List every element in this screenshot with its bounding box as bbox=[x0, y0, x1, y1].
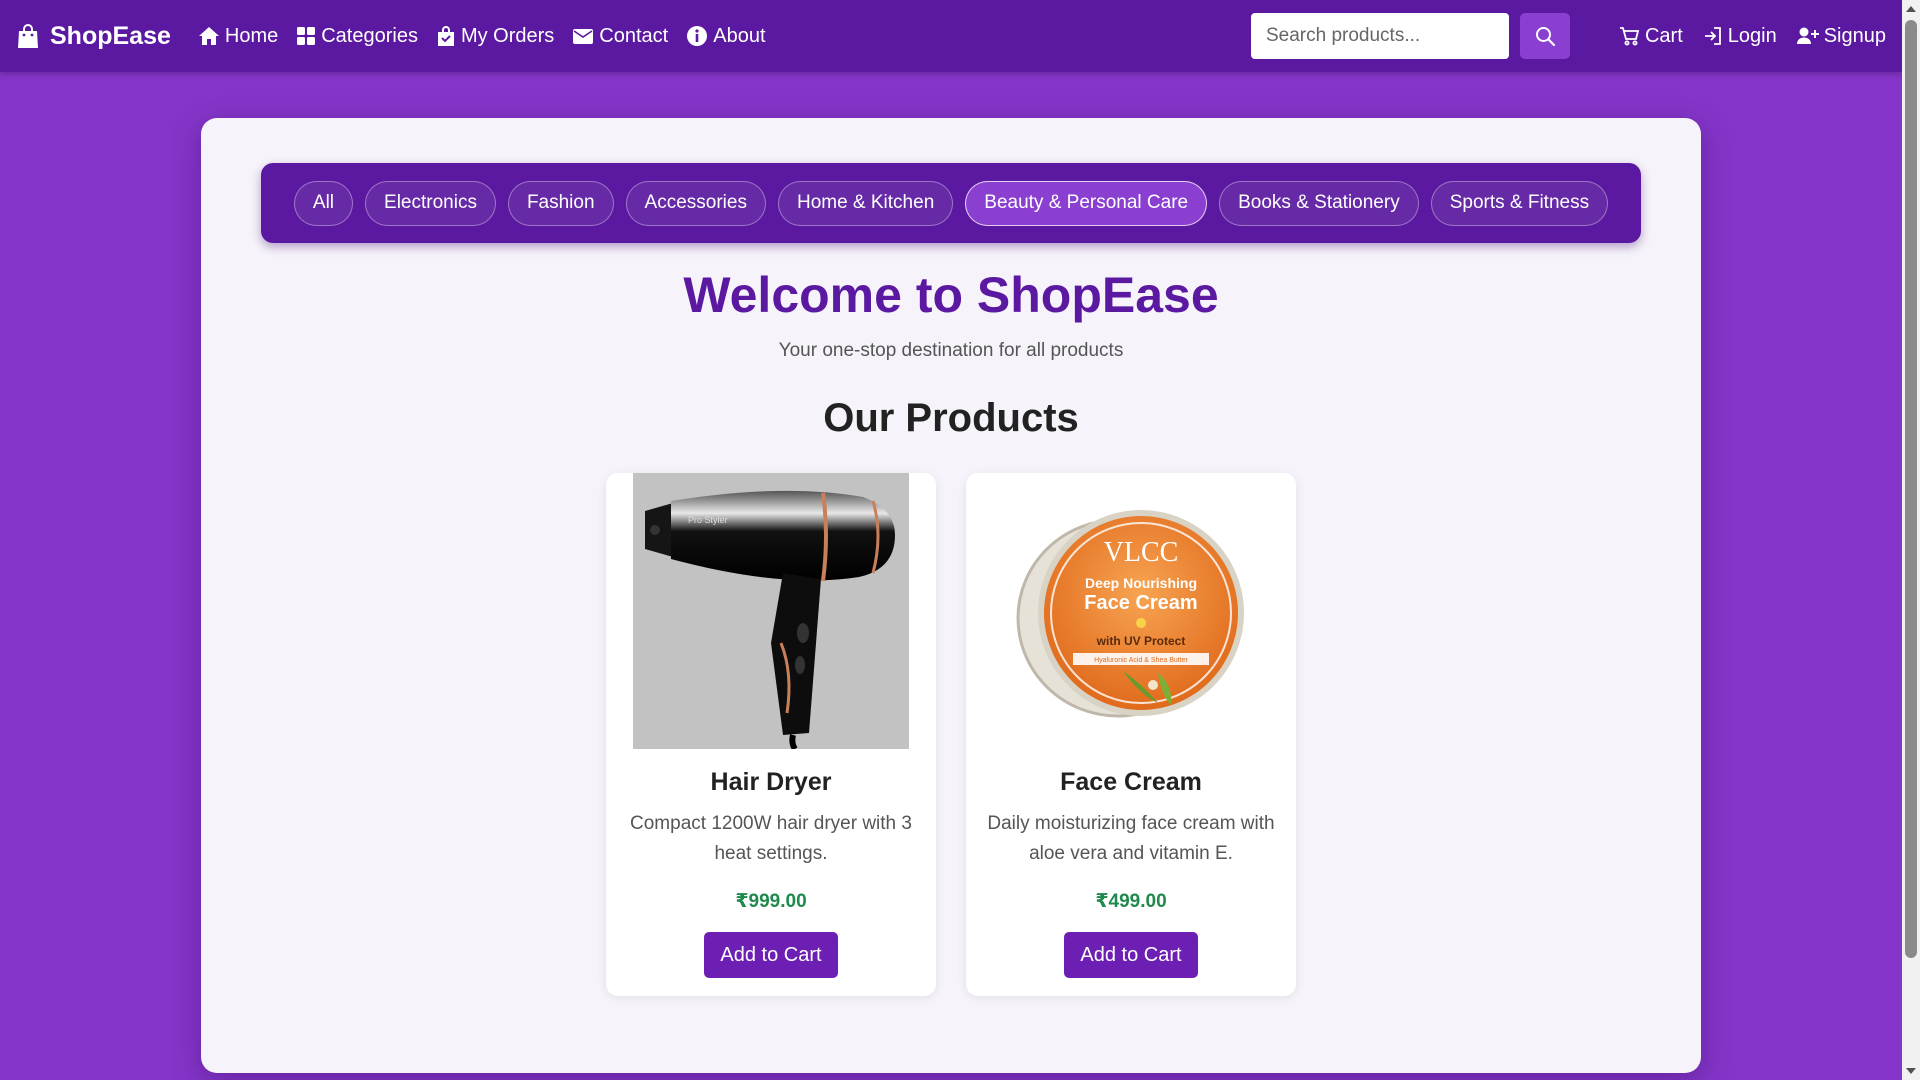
nav-login-label: Login bbox=[1727, 24, 1777, 47]
main-content-card: All Electronics Fashion Accessories Home… bbox=[201, 118, 1701, 1073]
nav-about-label: About bbox=[713, 24, 766, 47]
info-icon bbox=[687, 26, 708, 46]
top-navbar: ShopEase Home Categories My Orders Conta… bbox=[0, 0, 1902, 72]
grid-icon bbox=[297, 27, 316, 45]
nav-about[interactable]: About bbox=[687, 24, 766, 48]
product-description: Daily moisturizing face cream with aloe … bbox=[987, 813, 1275, 864]
nav-my-orders[interactable]: My Orders bbox=[437, 25, 554, 48]
login-icon bbox=[1704, 27, 1721, 45]
face-cream-picture: VLCC Deep Nourishing Face Cream with UV … bbox=[1016, 510, 1244, 718]
brand-name: ShopEase bbox=[50, 21, 171, 50]
category-filter-bar: All Electronics Fashion Accessories Home… bbox=[261, 163, 1641, 243]
category-pill-all[interactable]: All bbox=[293, 180, 354, 226]
search-input[interactable] bbox=[1250, 13, 1509, 59]
hair-dryer-brand-text: Pro Styler bbox=[688, 515, 728, 525]
product-card-face-cream: VLCC Deep Nourishing Face Cream with UV … bbox=[966, 473, 1296, 996]
user-plus-icon bbox=[1796, 27, 1819, 44]
product-card-hair-dryer: Pro Styler Hair Dryer Compact 1200W hair… bbox=[606, 473, 936, 996]
category-pill-beauty-personal-care[interactable]: Beauty & Personal Care bbox=[965, 180, 1208, 226]
nav-categories-label: Categories bbox=[321, 24, 418, 47]
nav-signup[interactable]: Signup bbox=[1796, 24, 1886, 48]
shopping-bag-icon bbox=[18, 24, 38, 48]
product-price: ₹999.00 bbox=[735, 891, 807, 912]
product-description: Compact 1200W hair dryer with 3 heat set… bbox=[630, 813, 912, 864]
nav-categories[interactable]: Categories bbox=[297, 25, 418, 48]
product-name: Face Cream bbox=[1060, 768, 1202, 796]
product-name: Hair Dryer bbox=[710, 768, 832, 796]
cream-line2-text: Face Cream bbox=[1084, 592, 1197, 614]
add-to-cart-button[interactable]: Add to Cart bbox=[1064, 932, 1198, 978]
cart-icon bbox=[1619, 27, 1640, 46]
order-bag-icon bbox=[437, 26, 454, 46]
nav-contact-label: Contact bbox=[599, 24, 669, 47]
hair-dryer-picture: Pro Styler bbox=[645, 490, 895, 751]
cream-line3-text: with UV Protect bbox=[1096, 634, 1186, 648]
cream-line1-text: Deep Nourishing bbox=[1085, 575, 1197, 591]
scroll-down-arrow-icon[interactable] bbox=[1906, 1068, 1916, 1074]
nav-contact[interactable]: Contact bbox=[573, 25, 668, 48]
search-icon bbox=[1535, 27, 1555, 46]
category-pill-accessories[interactable]: Accessories bbox=[625, 180, 766, 226]
page-scrollbar[interactable] bbox=[1902, 0, 1920, 1080]
home-icon bbox=[198, 27, 219, 45]
add-to-cart-button[interactable]: Add to Cart bbox=[704, 932, 838, 978]
vlcc-brand-text: VLCC bbox=[1104, 537, 1179, 568]
welcome-tagline: Your one-stop destination for all produc… bbox=[778, 340, 1124, 361]
category-pill-books-stationery[interactable]: Books & Stationery bbox=[1219, 180, 1419, 226]
search-button[interactable] bbox=[1519, 13, 1570, 59]
nav-signup-label: Signup bbox=[1823, 24, 1886, 47]
welcome-heading: Welcome to ShopEase bbox=[683, 267, 1219, 323]
category-pill-sports-fitness[interactable]: Sports & Fitness bbox=[1430, 180, 1609, 226]
envelope-icon bbox=[573, 28, 594, 44]
category-pill-electronics[interactable]: Electronics bbox=[365, 180, 496, 226]
products-section-title: Our Products bbox=[823, 396, 1079, 440]
category-pill-fashion[interactable]: Fashion bbox=[507, 180, 614, 226]
brand-logo[interactable]: ShopEase bbox=[16, 22, 171, 51]
nav-cart-label: Cart bbox=[1644, 24, 1683, 47]
hair-dryer-image[interactable]: Pro Styler bbox=[633, 473, 909, 751]
nav-login[interactable]: Login bbox=[1703, 25, 1777, 48]
face-cream-image[interactable]: VLCC Deep Nourishing Face Cream with UV … bbox=[993, 473, 1269, 749]
nav-cart[interactable]: Cart bbox=[1619, 25, 1683, 48]
scroll-thumb[interactable] bbox=[1905, 20, 1917, 958]
cream-line4-text: Hyaluronic Acid & Shea Butter bbox=[1094, 657, 1188, 664]
category-pill-home-kitchen[interactable]: Home & Kitchen bbox=[777, 180, 954, 226]
nav-home-label: Home bbox=[224, 24, 279, 47]
nav-home[interactable]: Home bbox=[198, 24, 279, 48]
scroll-up-arrow-icon[interactable] bbox=[1906, 6, 1916, 12]
product-price: ₹499.00 bbox=[1095, 891, 1167, 912]
nav-my-orders-label: My Orders bbox=[460, 24, 555, 47]
